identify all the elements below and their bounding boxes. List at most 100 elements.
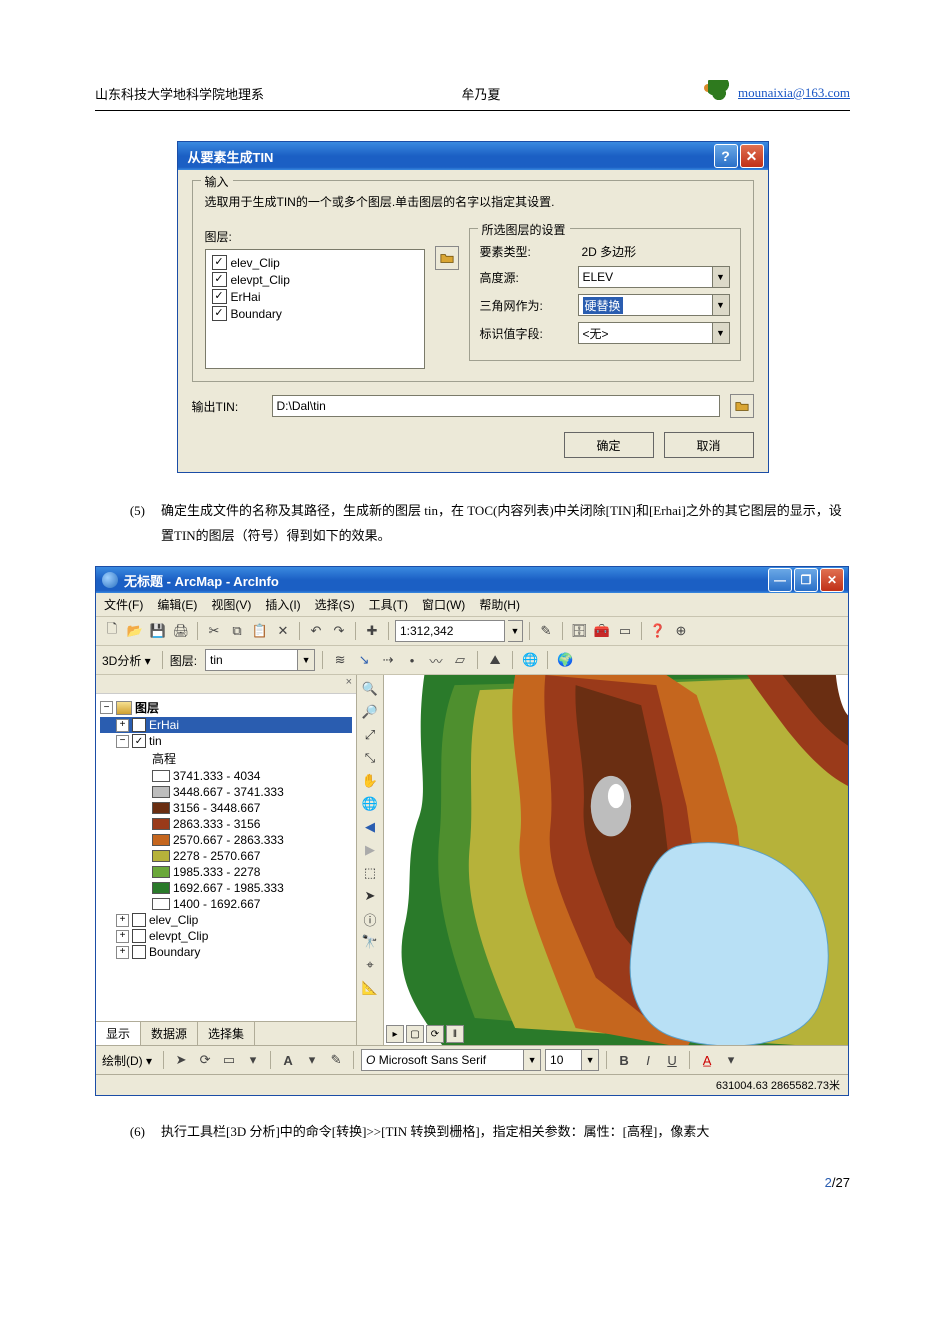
font-size-combo[interactable]: 10 ▼ xyxy=(545,1049,599,1071)
redo-icon[interactable]: ↷ xyxy=(329,621,349,641)
cut-icon[interactable]: ✂ xyxy=(204,621,224,641)
contour-icon[interactable]: ≋ xyxy=(330,650,350,670)
print-icon[interactable]: 🖨 xyxy=(171,621,191,641)
menu-view[interactable]: 视图(V) xyxy=(211,596,251,613)
profile-icon[interactable]: ⛰ xyxy=(485,650,505,670)
checkbox-icon[interactable]: ✓ xyxy=(212,255,227,270)
toc-tree[interactable]: − 图层 + ✓ ErHai − ✓ tin 高程 xyxy=(96,694,356,1021)
text-tool-icon[interactable]: A xyxy=(278,1050,298,1070)
layer-item[interactable]: ✓ ErHai xyxy=(212,288,418,305)
scene-icon[interactable]: 🌐 xyxy=(520,650,540,670)
italic-button[interactable]: I xyxy=(638,1050,658,1070)
header-email-link[interactable]: mounaixia@163.com xyxy=(738,85,850,101)
text-menu-icon[interactable]: ▾ xyxy=(302,1050,322,1070)
menu-window[interactable]: 窗口(W) xyxy=(422,596,465,613)
dialog-titlebar[interactable]: 从要素生成TIN ? ✕ xyxy=(178,142,768,170)
toc-tab-display[interactable]: 显示 xyxy=(96,1022,141,1045)
find-icon[interactable]: 🔭 xyxy=(360,932,380,952)
tag-field-combo[interactable]: <无> ▼ xyxy=(578,322,730,344)
toc-layer-row[interactable]: +Boundary xyxy=(100,944,352,960)
fixed-zoom-in-icon[interactable]: ⤢ xyxy=(360,725,380,745)
layer-item[interactable]: ✓ elev_Clip xyxy=(212,254,418,271)
data-view-tab[interactable]: ▸ xyxy=(386,1025,404,1043)
menu-file[interactable]: 文件(F) xyxy=(104,596,143,613)
expander-icon[interactable]: + xyxy=(116,930,129,943)
menu-tools[interactable]: 工具(T) xyxy=(369,596,408,613)
menu-help[interactable]: 帮助(H) xyxy=(479,596,520,613)
zoom-in-icon[interactable]: 🔍 xyxy=(360,679,380,699)
expander-icon[interactable]: − xyxy=(100,701,113,714)
select-elements-icon[interactable]: ➤ xyxy=(171,1050,191,1070)
bold-button[interactable]: B xyxy=(614,1050,634,1070)
toc-tab-source[interactable]: 数据源 xyxy=(141,1022,198,1045)
menu-insert[interactable]: 插入(I) xyxy=(265,596,300,613)
whats-this-icon[interactable]: ❓ xyxy=(648,621,668,641)
save-icon[interactable]: 💾 xyxy=(148,621,168,641)
rotate-icon[interactable]: ⟳ xyxy=(195,1050,215,1070)
interpolate-poly-icon[interactable]: ▱ xyxy=(450,650,470,670)
layer-item[interactable]: ✓ elevpt_Clip xyxy=(212,271,418,288)
cmdline-icon[interactable]: ▭ xyxy=(615,621,635,641)
paste-icon[interactable]: 📋 xyxy=(250,621,270,641)
scale-input[interactable]: 1:312,342 xyxy=(395,620,505,642)
font-color-button[interactable]: A̲ xyxy=(697,1050,717,1070)
close-button[interactable]: ✕ xyxy=(740,144,764,168)
cancel-button[interactable]: 取消 xyxy=(664,432,754,458)
toc-root[interactable]: 图层 xyxy=(135,699,159,716)
layer-item[interactable]: ✓ Boundary xyxy=(212,305,418,322)
output-tin-input[interactable]: D:\Dal\tin xyxy=(272,395,720,417)
expander-icon[interactable]: − xyxy=(116,735,129,748)
checkbox-icon[interactable] xyxy=(132,913,146,927)
copy-icon[interactable]: ⧉ xyxy=(227,621,247,641)
maximize-button[interactable]: ❐ xyxy=(794,568,818,592)
toc-tab-selection[interactable]: 选择集 xyxy=(198,1022,255,1045)
layer-listbox[interactable]: ✓ elev_Clip ✓ elevpt_Clip ✓ ErHai xyxy=(205,249,425,369)
catalog-icon[interactable]: 🗄 xyxy=(569,621,589,641)
toc-layer-row[interactable]: +elevpt_Clip xyxy=(100,928,352,944)
los-icon[interactable]: ⇢ xyxy=(378,650,398,670)
triangulate-as-combo[interactable]: 硬替换 ▼ xyxy=(578,294,730,316)
pause-icon[interactable]: ‖ xyxy=(446,1025,464,1043)
globe-icon[interactable]: 🌍 xyxy=(555,650,575,670)
help-button[interactable]: ? xyxy=(714,144,738,168)
new-icon[interactable]: 🗋 xyxy=(102,621,122,641)
height-source-combo[interactable]: ELEV ▼ xyxy=(578,266,730,288)
analysis-label[interactable]: 3D分析 ▾ xyxy=(102,652,151,669)
pan-icon[interactable]: ✋ xyxy=(360,771,380,791)
checkbox-icon[interactable] xyxy=(132,929,146,943)
toolbox-icon[interactable]: 🧰 xyxy=(592,621,612,641)
toc-close-button[interactable]: × xyxy=(96,675,356,694)
expander-icon[interactable]: + xyxy=(116,946,129,959)
goto-xy-icon[interactable]: ⌖ xyxy=(360,955,380,975)
point-icon[interactable]: • xyxy=(402,650,422,670)
map-view[interactable]: ▸ ▢ ⟳ ‖ xyxy=(384,675,848,1045)
checkbox-icon[interactable]: ✓ xyxy=(212,289,227,304)
checkbox-icon[interactable]: ✓ xyxy=(212,272,227,287)
underline-button[interactable]: U xyxy=(662,1050,682,1070)
select-features-icon[interactable]: ⬚ xyxy=(360,863,380,883)
steepest-icon[interactable]: ↘ xyxy=(354,650,374,670)
open-icon[interactable]: 📂 xyxy=(125,621,145,641)
toc-layer-row[interactable]: +elev_Clip xyxy=(100,912,352,928)
checkbox-icon[interactable]: ✓ xyxy=(132,734,146,748)
measure-icon[interactable]: 📐 xyxy=(360,978,380,998)
full-extent-icon[interactable]: 🌐 xyxy=(360,794,380,814)
checkbox-icon[interactable]: ✓ xyxy=(212,306,227,321)
pointer-icon[interactable]: ➤ xyxy=(360,886,380,906)
ok-button[interactable]: 确定 xyxy=(564,432,654,458)
menu-select[interactable]: 选择(S) xyxy=(315,596,355,613)
shape-menu-icon[interactable]: ▾ xyxy=(243,1050,263,1070)
checkbox-icon[interactable] xyxy=(132,945,146,959)
add-data-icon[interactable]: ✚ xyxy=(362,621,382,641)
identify-icon[interactable]: ⓘ xyxy=(360,909,380,929)
menu-edit[interactable]: 编辑(E) xyxy=(157,596,197,613)
prev-extent-icon[interactable]: ◀ xyxy=(360,817,380,837)
app-titlebar[interactable]: 无标题 - ArcMap - ArcInfo — ❐ ✕ xyxy=(96,567,848,593)
browse-layer-button[interactable] xyxy=(435,246,459,270)
edit-vertices-icon[interactable]: ✎ xyxy=(326,1050,346,1070)
interpolate-line-icon[interactable]: 〰 xyxy=(426,650,446,670)
checkbox-icon[interactable]: ✓ xyxy=(132,718,146,732)
toc-layer-erhai[interactable]: ErHai xyxy=(149,718,179,732)
undo-icon[interactable]: ↶ xyxy=(306,621,326,641)
rectangle-icon[interactable]: ▭ xyxy=(219,1050,239,1070)
